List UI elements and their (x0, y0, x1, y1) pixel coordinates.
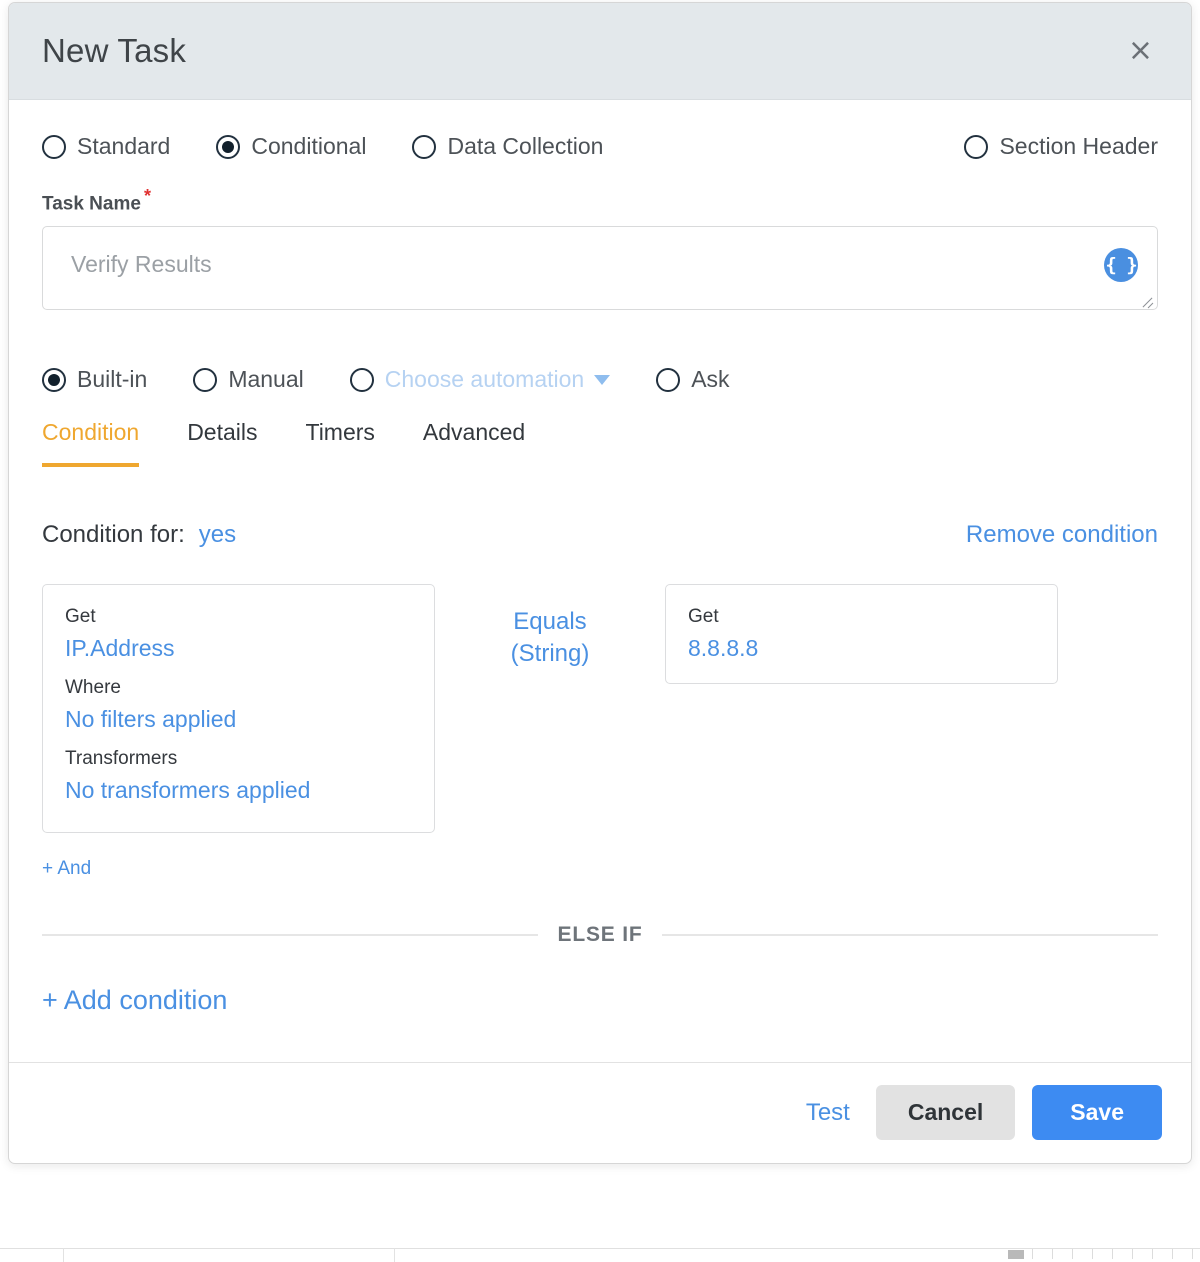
tab-bar: Condition Details Timers Advanced (42, 419, 1158, 467)
radio-circle-icon (412, 135, 436, 159)
close-icon[interactable]: × (1120, 32, 1161, 70)
radio-label: Section Header (999, 133, 1158, 160)
radio-source-choose-automation[interactable]: Choose automation (350, 366, 610, 393)
chevron-down-icon[interactable] (594, 375, 610, 385)
radio-circle-icon (350, 368, 374, 392)
left-get-value[interactable]: IP.Address (65, 637, 412, 660)
radio-circle-selected-icon (216, 135, 240, 159)
condition-left-operand[interactable]: Get IP.Address Where No filters applied … (42, 584, 435, 833)
add-condition-link[interactable]: + Add condition (42, 985, 227, 1016)
tab-condition[interactable]: Condition (42, 419, 139, 467)
radio-label: Conditional (251, 133, 366, 160)
else-if-divider: ELSE IF (42, 923, 1158, 947)
condition-operator[interactable]: Equals (String) (435, 584, 665, 668)
condition-header: Condition for: yes Remove condition (42, 521, 1158, 549)
radio-label: Standard (77, 133, 170, 160)
divider-line (42, 934, 538, 936)
operator-name: Equals (435, 606, 665, 637)
radio-task-type-data-collection[interactable]: Data Collection (412, 133, 603, 160)
else-if-label: ELSE IF (538, 923, 663, 947)
remove-condition-link[interactable]: Remove condition (966, 521, 1158, 549)
cancel-button[interactable]: Cancel (876, 1085, 1015, 1140)
condition-for-label: Condition for: (42, 521, 185, 548)
radio-label: Data Collection (447, 133, 603, 160)
tab-timers[interactable]: Timers (306, 419, 375, 467)
task-type-radio-group: Standard Conditional Data Collection Sec… (42, 133, 1158, 160)
background-tick-marks (1010, 1249, 1200, 1259)
new-task-modal: New Task × Standard Conditional Data Col… (8, 2, 1192, 1164)
left-get-label: Get (65, 607, 412, 626)
radio-source-ask[interactable]: Ask (656, 366, 729, 393)
left-transformers-value[interactable]: No transformers applied (65, 779, 412, 802)
radio-circle-selected-icon (42, 368, 66, 392)
task-name-input[interactable]: Verify Results { } (42, 226, 1158, 310)
radio-circle-icon (656, 368, 680, 392)
background-column-divider (63, 1248, 64, 1262)
right-get-value[interactable]: 8.8.8.8 (688, 637, 1035, 660)
source-mode-radio-group: Built-in Manual Choose automation Ask (42, 366, 1158, 393)
tab-advanced[interactable]: Advanced (423, 419, 525, 467)
radio-label: Ask (691, 366, 729, 393)
radio-circle-icon (42, 135, 66, 159)
radio-circle-icon (193, 368, 217, 392)
add-and-link[interactable]: + And (42, 858, 91, 880)
task-name-label-text: Task Name (42, 193, 141, 214)
radio-source-manual[interactable]: Manual (193, 366, 303, 393)
save-button[interactable]: Save (1032, 1085, 1162, 1140)
modal-header: New Task × (9, 3, 1191, 100)
radio-label: Manual (228, 366, 303, 393)
required-asterisk: * (144, 186, 151, 206)
condition-row: Get IP.Address Where No filters applied … (42, 584, 1158, 833)
condition-right-operand[interactable]: Get 8.8.8.8 (665, 584, 1058, 684)
test-button[interactable]: Test (806, 1099, 850, 1127)
resize-handle[interactable] (1140, 293, 1154, 307)
braces-icon[interactable]: { } (1104, 248, 1138, 282)
modal-body: Standard Conditional Data Collection Sec… (9, 100, 1191, 1062)
modal-footer: Test Cancel Save (9, 1062, 1191, 1163)
right-get-label: Get (688, 607, 1035, 626)
task-name-placeholder: Verify Results (71, 251, 212, 278)
tab-details[interactable]: Details (187, 419, 257, 467)
radio-circle-icon (964, 135, 988, 159)
task-name-label: Task Name* (42, 186, 1158, 215)
left-where-value[interactable]: No filters applied (65, 708, 412, 731)
condition-for: Condition for: yes (42, 521, 236, 549)
radio-label: Choose automation (385, 366, 584, 393)
left-where-label: Where (65, 678, 412, 697)
divider-line (662, 934, 1158, 936)
page-title: New Task (42, 32, 186, 70)
radio-task-type-standard[interactable]: Standard (42, 133, 170, 160)
radio-source-built-in[interactable]: Built-in (42, 366, 147, 393)
condition-for-value[interactable]: yes (199, 521, 236, 548)
background-column-divider (394, 1248, 395, 1262)
left-transformers-label: Transformers (65, 749, 412, 768)
radio-task-type-section-header[interactable]: Section Header (964, 133, 1158, 160)
radio-label: Built-in (77, 366, 147, 393)
radio-task-type-conditional[interactable]: Conditional (216, 133, 366, 160)
operator-type: (String) (435, 638, 665, 669)
